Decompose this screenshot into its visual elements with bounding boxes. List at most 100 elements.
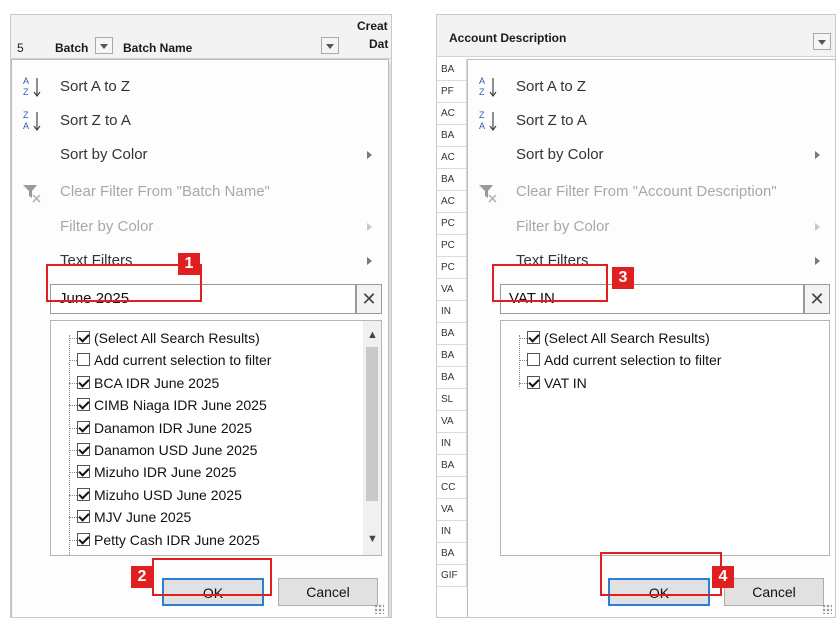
list-scrollbar[interactable]: ▲ ▼ bbox=[363, 321, 381, 555]
sort-z-to-a-label: Sort Z to A bbox=[516, 112, 587, 129]
batch-filter-dropdown-button[interactable] bbox=[95, 37, 113, 54]
batch-name-filter-dropdown-button[interactable] bbox=[321, 37, 339, 54]
checkbox-icon[interactable] bbox=[77, 420, 90, 434]
filter-by-color-item: Filter by Color bbox=[12, 210, 388, 244]
account-description-column-header[interactable]: Account Description bbox=[449, 31, 566, 45]
chevron-down-icon[interactable]: ▼ bbox=[367, 533, 378, 545]
checkbox-icon[interactable] bbox=[77, 487, 90, 501]
filter-list-item-label: Add current selection to filter bbox=[544, 352, 722, 369]
filter-list-item-label: Mizuho USD June 2025 bbox=[94, 486, 242, 503]
row-cell[interactable]: SL bbox=[437, 389, 467, 411]
row-cell[interactable]: VA bbox=[437, 411, 467, 433]
checkbox-icon[interactable] bbox=[77, 532, 90, 546]
row-cell[interactable]: BA bbox=[437, 455, 467, 477]
clear-search-button[interactable]: ✕ bbox=[804, 284, 830, 314]
scrollbar-thumb[interactable] bbox=[366, 347, 378, 501]
sort-by-color-label: Sort by Color bbox=[516, 146, 604, 163]
clear-filter-item: Clear Filter From "Account Description" bbox=[468, 175, 835, 209]
account-description-filter-dropdown-button[interactable] bbox=[813, 33, 831, 50]
svg-text:Z: Z bbox=[23, 87, 29, 97]
row-cell[interactable]: BA bbox=[437, 59, 467, 81]
sort-by-color-item[interactable]: Sort by Color bbox=[468, 138, 835, 172]
row-cell[interactable]: BA bbox=[437, 169, 467, 191]
sort-a-to-z-label: Sort A to Z bbox=[60, 78, 131, 95]
sort-a-to-z-item[interactable]: A Z Sort A to Z bbox=[12, 70, 388, 104]
cancel-button[interactable]: Cancel bbox=[724, 578, 824, 606]
row-cell[interactable]: PC bbox=[437, 213, 467, 235]
resize-grip[interactable] bbox=[374, 604, 384, 614]
tree-branch bbox=[69, 360, 77, 362]
checkbox-icon[interactable] bbox=[77, 353, 90, 367]
clear-search-button[interactable]: ✕ bbox=[356, 284, 382, 314]
tree-branch bbox=[69, 405, 77, 407]
sort-az-icon: A Z bbox=[23, 76, 41, 97]
batch-name-column-header[interactable]: Batch Name bbox=[123, 41, 192, 55]
sort-z-to-a-item[interactable]: Z A Sort Z to A bbox=[12, 104, 388, 138]
checkbox-icon[interactable] bbox=[527, 375, 540, 389]
row-cell[interactable]: IN bbox=[437, 301, 467, 323]
svg-text:A: A bbox=[479, 76, 485, 86]
row-cell[interactable]: GIF bbox=[437, 565, 467, 587]
row-cells-column: BA PF AC BA AC BA AC PC PC PC VA IN BA BA BA SL VA IN BA CC… bbox=[437, 59, 467, 617]
checkbox-icon[interactable] bbox=[527, 331, 540, 344]
tree-branch bbox=[69, 450, 77, 451]
row-cell[interactable]: AC bbox=[437, 103, 467, 125]
row-cell[interactable]: AC bbox=[437, 191, 467, 213]
sort-a-to-z-item[interactable]: A Z Sort A to Z bbox=[468, 70, 835, 104]
row-cell[interactable]: BA bbox=[437, 323, 467, 345]
tree-branch bbox=[69, 338, 77, 339]
filter-list-item-label: (Select All Search Results) bbox=[94, 330, 260, 346]
row-cell[interactable]: BA bbox=[437, 345, 467, 367]
submenu-arrow-icon bbox=[367, 223, 372, 231]
row-cell[interactable]: IN bbox=[437, 433, 467, 455]
sort-z-to-a-item[interactable]: Z A Sort Z to A bbox=[468, 104, 835, 138]
left-filter-panel: 5 Batch Batch Name Creat Dat A Z Sort A … bbox=[10, 14, 392, 618]
svg-text:Z: Z bbox=[23, 110, 29, 120]
svg-text:A: A bbox=[23, 76, 29, 86]
svg-text:A: A bbox=[479, 121, 485, 131]
sort-az-icon: A Z bbox=[479, 76, 497, 97]
checkbox-icon[interactable] bbox=[77, 398, 90, 412]
checkbox-icon[interactable] bbox=[527, 353, 540, 367]
clear-filter-label: Clear Filter From "Account Description" bbox=[516, 183, 777, 200]
tree-branch bbox=[519, 360, 527, 362]
chevron-up-icon[interactable]: ▲ bbox=[367, 329, 378, 341]
autofilter-menu: A Z Sort A to Z Z A Sort Z to A Sort by … bbox=[467, 59, 835, 617]
resize-grip[interactable] bbox=[822, 604, 832, 614]
close-icon: ✕ bbox=[361, 289, 377, 309]
row-cell[interactable]: IN bbox=[437, 521, 467, 543]
checkbox-icon[interactable] bbox=[77, 465, 90, 479]
checkbox-icon[interactable] bbox=[77, 443, 90, 456]
filter-values-list[interactable]: (Select All Search Results) Add current s… bbox=[500, 320, 830, 556]
checkbox-icon[interactable] bbox=[77, 375, 90, 389]
row-cell[interactable]: CC bbox=[437, 477, 467, 499]
filter-list-item-label: Petty Cash IDR June 2025 bbox=[94, 531, 260, 548]
checkbox-icon[interactable] bbox=[77, 331, 90, 344]
row-cell[interactable]: PC bbox=[437, 257, 467, 279]
row-cell[interactable]: PC bbox=[437, 235, 467, 257]
cancel-button[interactable]: Cancel bbox=[278, 578, 378, 606]
tree-connector bbox=[69, 335, 70, 555]
filter-list-item-label: MJV June 2025 bbox=[94, 509, 192, 526]
sort-by-color-item[interactable]: Sort by Color bbox=[12, 138, 388, 172]
checkbox-icon[interactable] bbox=[77, 510, 90, 524]
tree-branch bbox=[69, 472, 77, 474]
row-cell[interactable]: AC bbox=[437, 147, 467, 169]
clear-filter-icon bbox=[23, 185, 41, 203]
row-cell[interactable]: BA bbox=[437, 543, 467, 565]
clear-filter-icon bbox=[479, 185, 497, 203]
row-cell[interactable]: PF bbox=[437, 81, 467, 103]
tree-branch bbox=[69, 494, 77, 496]
row-cell[interactable]: VA bbox=[437, 279, 467, 301]
batch-column-header[interactable]: Batch bbox=[55, 41, 88, 55]
callout-box-3 bbox=[492, 264, 608, 302]
row-cell[interactable]: BA bbox=[437, 367, 467, 389]
autofilter-menu: A Z Sort A to Z Z A Sort Z to A Sort by … bbox=[11, 59, 389, 617]
row-cell[interactable]: VA bbox=[437, 499, 467, 521]
filter-list-item-label: BCA IDR June 2025 bbox=[94, 374, 220, 391]
filter-list-item-label: Danamon USD June 2025 bbox=[94, 442, 258, 458]
filter-by-color-label: Filter by Color bbox=[516, 218, 610, 235]
row-cell[interactable]: BA bbox=[437, 125, 467, 147]
filter-values-list[interactable]: (Select All Search Results) Add current s… bbox=[50, 320, 382, 556]
filter-list-item-label: Add current selection to filter bbox=[94, 352, 272, 369]
